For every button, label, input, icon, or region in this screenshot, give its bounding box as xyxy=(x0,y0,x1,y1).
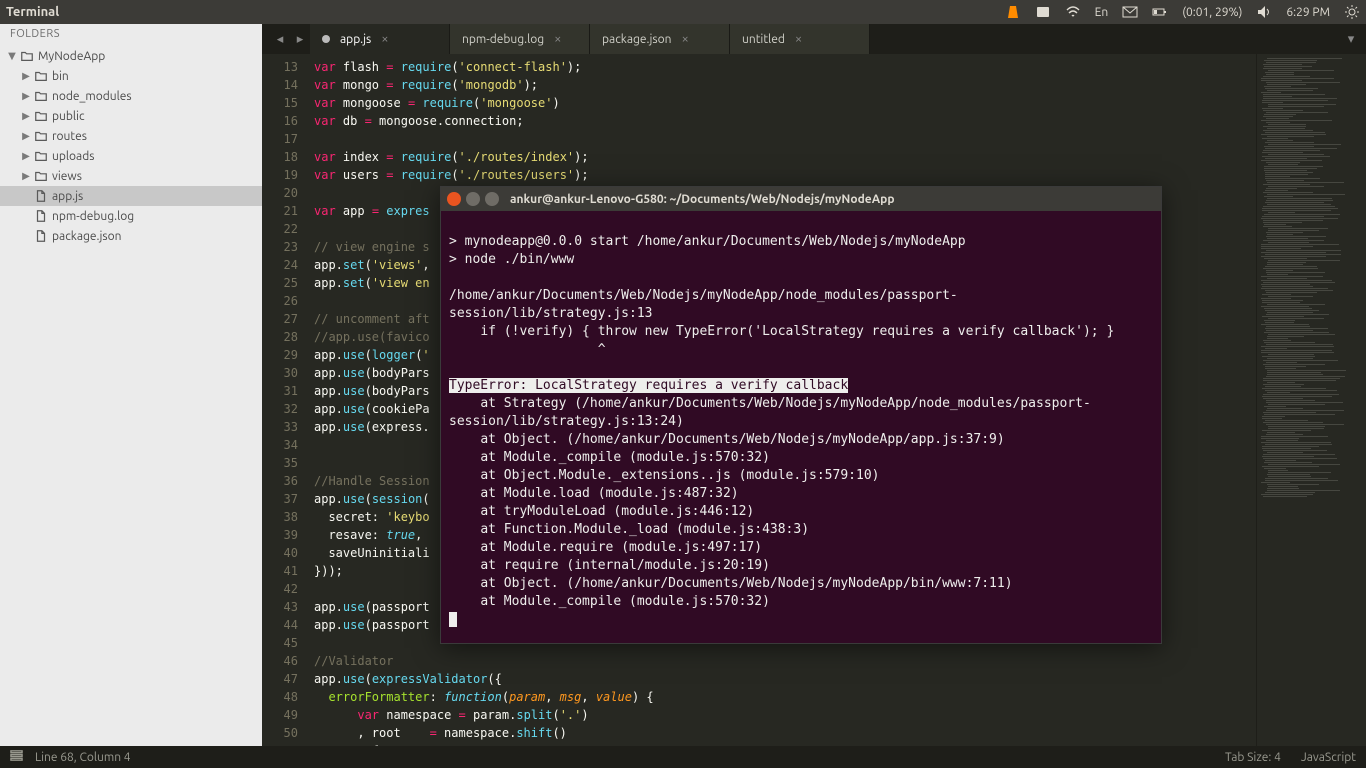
tree-item-label: app.js xyxy=(50,190,262,203)
dirty-indicator-icon xyxy=(322,35,330,43)
file-row[interactable]: package.json xyxy=(0,226,262,246)
sidebar-header: FOLDERS xyxy=(0,24,262,44)
folder-icon xyxy=(32,129,50,143)
file-tree[interactable]: ▼ MyNodeApp ▶ bin ▶ node_modules ▶ public ▶ route… xyxy=(0,44,262,248)
disclosure-arrow-icon: ▶ xyxy=(20,150,32,162)
tree-item-label: bin xyxy=(50,70,262,83)
tab-npm-debug-log[interactable]: npm-debug.log × xyxy=(450,24,590,54)
battery-icon[interactable] xyxy=(1152,4,1168,20)
tree-item-label: views xyxy=(50,170,262,183)
folder-icon xyxy=(18,49,36,63)
mail-icon[interactable] xyxy=(1122,4,1138,20)
disclosure-arrow-icon: ▼ xyxy=(6,50,18,62)
file-icon xyxy=(32,189,50,203)
window-maximize-button[interactable] xyxy=(485,192,499,206)
folder-icon xyxy=(32,69,50,83)
terminal-titlebar[interactable]: ankur@ankur-Lenovo-G580: ~/Documents/Web… xyxy=(441,187,1161,211)
tree-item-label: node_modules xyxy=(50,90,262,103)
folder-icon xyxy=(32,109,50,123)
folder-row[interactable]: ▶ views xyxy=(0,166,262,186)
folder-row[interactable]: ▶ uploads xyxy=(0,146,262,166)
tab-package-json[interactable]: package.json × xyxy=(590,24,730,54)
tree-item-label: uploads xyxy=(50,150,262,163)
terminal-output[interactable]: > mynodeapp@0.0.0 start /home/ankur/Docu… xyxy=(441,211,1161,643)
tree-item-label: package.json xyxy=(50,230,262,243)
tab-prev-button[interactable]: ◂ xyxy=(270,24,290,54)
files-icon[interactable] xyxy=(1035,4,1051,20)
tab-app-js[interactable]: app.js × xyxy=(310,24,450,54)
tab-size-indicator[interactable]: Tab Size: 4 xyxy=(1225,751,1281,764)
folder-row[interactable]: ▶ node_modules xyxy=(0,86,262,106)
language-indicator[interactable]: En xyxy=(1095,6,1109,19)
tab-label: untitled xyxy=(742,33,785,46)
folder-icon xyxy=(32,169,50,183)
window-minimize-button[interactable] xyxy=(466,192,480,206)
file-icon xyxy=(32,229,50,243)
minimap[interactable] xyxy=(1256,54,1366,746)
folder-row[interactable]: ▼ MyNodeApp xyxy=(0,46,262,66)
disclosure-arrow-icon: ▶ xyxy=(20,170,32,182)
system-tray: En (0:01, 29%) 6:29 PM xyxy=(1005,4,1360,20)
tree-item-label: public xyxy=(50,110,262,123)
battery-text: (0:01, 29%) xyxy=(1182,6,1242,19)
cursor-position[interactable]: Line 68, Column 4 xyxy=(35,751,131,764)
folder-icon xyxy=(32,149,50,163)
line-gutter: 13 14 15 16 17 18 19 20 21 22 23 24 25 2… xyxy=(262,54,308,746)
volume-icon[interactable] xyxy=(1256,4,1272,20)
syntax-indicator[interactable]: JavaScript xyxy=(1301,751,1356,764)
tab-label: npm-debug.log xyxy=(462,33,544,46)
gear-icon[interactable] xyxy=(1344,4,1360,20)
app-title: Terminal xyxy=(6,5,59,19)
tab-close-icon[interactable]: × xyxy=(554,32,561,46)
tree-item-label: routes xyxy=(50,130,262,143)
tree-item-label: MyNodeApp xyxy=(36,50,262,63)
file-row[interactable]: npm-debug.log xyxy=(0,206,262,226)
folder-row[interactable]: ▶ routes xyxy=(0,126,262,146)
folder-row[interactable]: ▶ public xyxy=(0,106,262,126)
status-bar: Line 68, Column 4 Tab Size: 4 JavaScript xyxy=(0,746,1366,768)
disclosure-arrow-icon: ▶ xyxy=(20,90,32,102)
disclosure-arrow-icon: ▶ xyxy=(20,70,32,82)
tab-label: package.json xyxy=(602,33,671,46)
tab-untitled[interactable]: untitled × xyxy=(730,24,870,54)
folder-row[interactable]: ▶ bin xyxy=(0,66,262,86)
wifi-icon[interactable] xyxy=(1065,4,1081,20)
tab-strip: ◂ ▸ app.js×npm-debug.log×package.json×un… xyxy=(262,24,1366,54)
tab-label: app.js xyxy=(340,33,371,46)
disclosure-arrow-icon: ▶ xyxy=(20,110,32,122)
window-close-button[interactable] xyxy=(447,192,461,206)
tab-overflow-button[interactable]: ▾ xyxy=(1336,24,1366,54)
tab-close-icon[interactable]: × xyxy=(795,32,802,46)
tab-close-icon[interactable]: × xyxy=(681,32,688,46)
status-menu-icon[interactable] xyxy=(10,749,23,765)
folder-icon xyxy=(32,89,50,103)
vlc-icon[interactable] xyxy=(1005,4,1021,20)
clock[interactable]: 6:29 PM xyxy=(1286,6,1330,19)
tree-item-label: npm-debug.log xyxy=(50,210,262,223)
tab-next-button[interactable]: ▸ xyxy=(290,24,310,54)
terminal-window[interactable]: ankur@ankur-Lenovo-G580: ~/Documents/Web… xyxy=(440,186,1162,644)
file-icon xyxy=(32,209,50,223)
tab-close-icon[interactable]: × xyxy=(381,32,388,46)
folder-sidebar: FOLDERS ▼ MyNodeApp ▶ bin ▶ node_modules ▶ publ… xyxy=(0,24,262,746)
os-menu-bar: Terminal En (0:01, 29%) 6:29 PM xyxy=(0,0,1366,24)
terminal-title: ankur@ankur-Lenovo-G580: ~/Documents/Web… xyxy=(510,193,895,206)
disclosure-arrow-icon: ▶ xyxy=(20,130,32,142)
file-row[interactable]: app.js xyxy=(0,186,262,206)
terminal-cursor xyxy=(449,612,457,627)
